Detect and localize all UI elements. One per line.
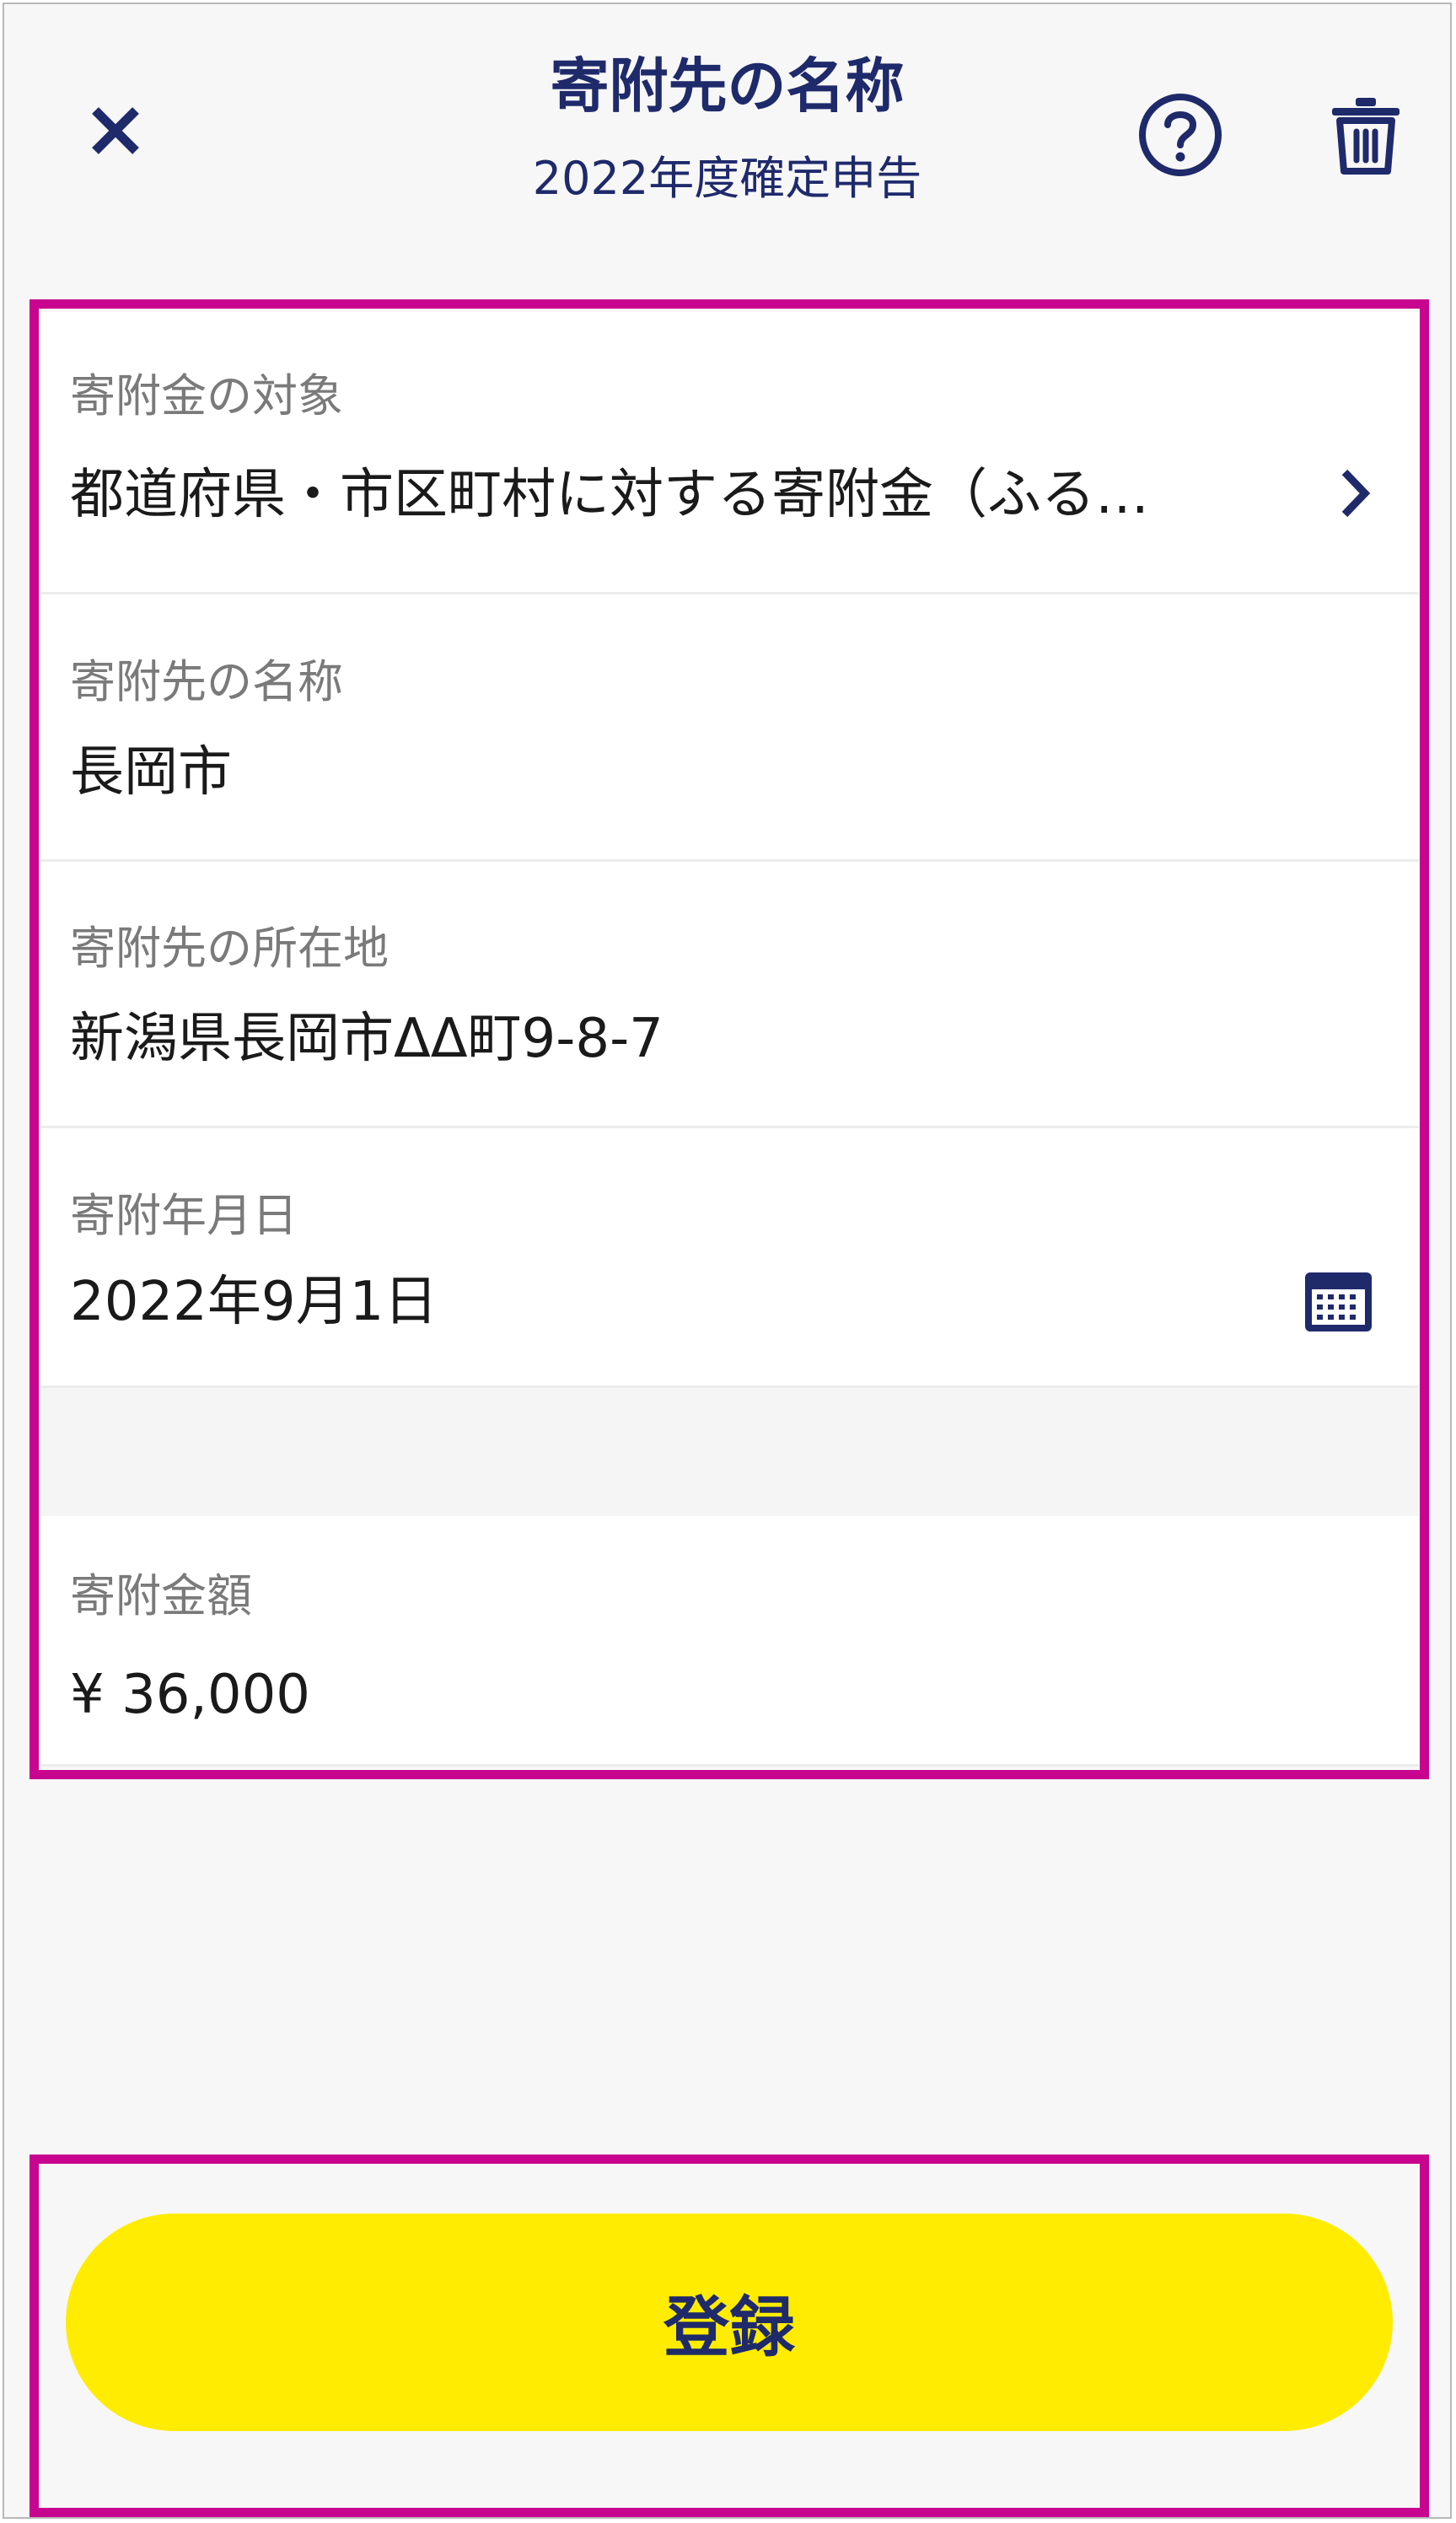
field-donation-amount[interactable]: 寄附金額 ¥ 36,000 [40, 1516, 1419, 1767]
section-spacer [40, 1388, 1419, 1516]
field-label: 寄附先の所在地 [70, 922, 389, 975]
header-bar: 寄附先の名称 2022年度確定申告 [4, 4, 1450, 245]
field-value: 新潟県長岡市ΔΔ町9-8-7 [70, 1008, 664, 1070]
field-label: 寄附金の対象 [70, 369, 343, 422]
delete-button[interactable] [1319, 89, 1412, 181]
calendar-icon[interactable] [1303, 1267, 1374, 1335]
field-value: 都道府県・市区町村に対する寄附金（ふる… [70, 464, 1149, 526]
page-title: 寄附先の名称 [550, 51, 905, 121]
trash-icon [1332, 98, 1400, 175]
field-recipient-name[interactable]: 寄附先の名称 長岡市 [40, 594, 1419, 862]
app-screen: 寄附先の名称 2022年度確定申告 寄附金の対象 都道府県・市区町村に対する寄附… [3, 3, 1452, 2519]
field-label: 寄附先の名称 [70, 655, 343, 708]
field-donation-date[interactable]: 寄附年月日 2022年9月1日 [40, 1128, 1419, 1388]
register-button[interactable]: 登録 [66, 2214, 1393, 2431]
help-circle-icon [1139, 94, 1222, 176]
field-label: 寄附金額 [70, 1569, 252, 1622]
field-value: 長岡市 [70, 741, 232, 804]
field-value: ¥ 36,000 [70, 1664, 310, 1726]
field-recipient-address[interactable]: 寄附先の所在地 新潟県長岡市ΔΔ町9-8-7 [40, 862, 1419, 1128]
field-value: 2022年9月1日 [70, 1271, 438, 1333]
page-subtitle: 2022年度確定申告 [532, 152, 922, 205]
help-button[interactable] [1130, 89, 1231, 181]
field-donation-target[interactable]: 寄附金の対象 都道府県・市区町村に対する寄附金（ふる… [40, 312, 1419, 594]
chevron-right-icon [1341, 469, 1371, 518]
form-card: 寄附金の対象 都道府県・市区町村に対する寄附金（ふる… 寄附先の名称 長岡市 寄… [40, 312, 1419, 1767]
field-label: 寄附年月日 [70, 1189, 298, 1242]
